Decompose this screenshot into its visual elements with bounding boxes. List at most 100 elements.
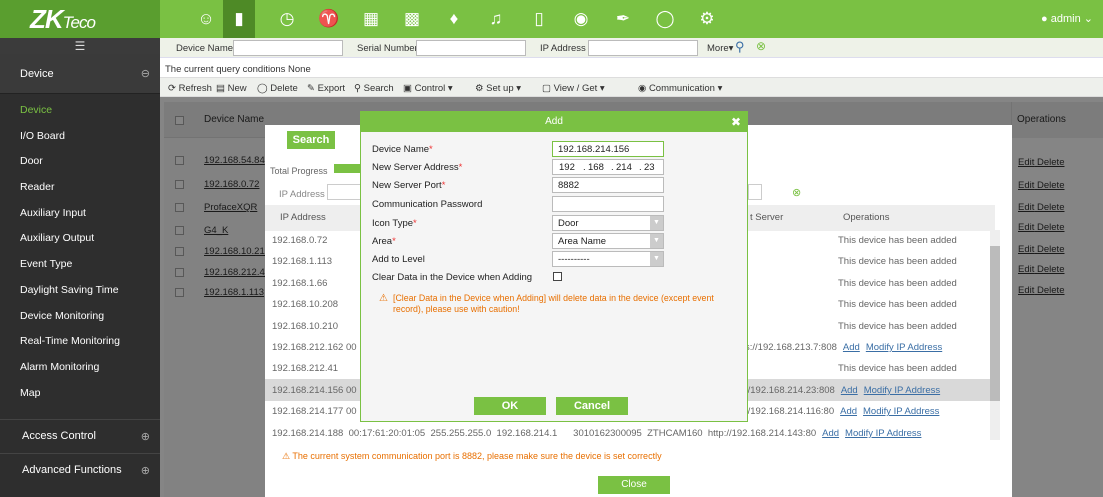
- access-icon[interactable]: ▮: [223, 0, 255, 38]
- sidebar-item-device-monitoring[interactable]: Device Monitoring: [0, 304, 160, 330]
- server-port-field[interactable]: 8882: [552, 177, 664, 193]
- sidebar-item-door[interactable]: Door: [0, 149, 160, 175]
- filter-ip-input[interactable]: [327, 184, 363, 200]
- add-link[interactable]: Add: [840, 406, 857, 417]
- serial-input[interactable]: [416, 40, 526, 56]
- add-level-select[interactable]: ---------- ▼: [552, 251, 664, 267]
- search-button[interactable]: ⚲ Search: [354, 83, 394, 94]
- sidebar-section-advanced[interactable]: Advanced Functions ⊕: [0, 453, 160, 487]
- add-link[interactable]: Add: [822, 428, 839, 439]
- ok-button[interactable]: OK: [474, 397, 546, 415]
- export-button[interactable]: ✎ Export: [307, 83, 345, 94]
- search-icon[interactable]: ⚲: [735, 39, 745, 55]
- sidebar-item-alarm-monitoring[interactable]: Alarm Monitoring: [0, 355, 160, 381]
- result-ip: 192.168.10.210: [272, 321, 339, 332]
- ip-dot: .: [583, 162, 586, 173]
- add-dialog: Add ✖ Device Name* 192.168.214.156 New Se…: [360, 111, 748, 422]
- close-button[interactable]: Close: [598, 476, 670, 494]
- view-get-menu[interactable]: ▢ View / Get ▾: [542, 83, 605, 94]
- locker-icon[interactable]: ▯: [529, 9, 549, 29]
- clear-filter-icon[interactable]: ⊗: [792, 186, 801, 199]
- comm-password-field[interactable]: [552, 196, 664, 212]
- ip-octet-2[interactable]: 168: [588, 162, 604, 173]
- sidebar-item-reader[interactable]: Reader: [0, 175, 160, 201]
- sidebar-item-map[interactable]: Map: [0, 381, 160, 407]
- setup-menu[interactable]: ⚙ Set up ▾: [475, 83, 521, 94]
- modify-ip-link[interactable]: Modify IP Address: [845, 428, 921, 439]
- system-gear-icon[interactable]: ⚙: [697, 9, 717, 29]
- port-warning: ⚠ The current system communication port …: [282, 451, 662, 461]
- user-menu[interactable]: ● admin ⌄: [1041, 12, 1093, 25]
- search-devices-button[interactable]: Search: [287, 131, 335, 149]
- parking-icon[interactable]: ♦: [444, 9, 464, 29]
- result-ip: 192.168.0.72: [272, 235, 328, 246]
- filter-input[interactable]: [748, 184, 762, 200]
- new-button[interactable]: ▤ New: [216, 83, 247, 94]
- result-ip: 192.168.1.113: [272, 256, 333, 267]
- server-address-label: New Server Address*: [372, 162, 463, 173]
- sidebar-item-io-board[interactable]: I/O Board: [0, 124, 160, 150]
- communication-menu[interactable]: ◉ Communication ▾: [638, 83, 722, 94]
- total-progress-label: Total Progress: [270, 166, 328, 176]
- clear-data-label: Clear Data in the Device when Adding: [372, 272, 533, 283]
- modify-ip-link[interactable]: Modify IP Address: [864, 385, 940, 396]
- visitor-icon[interactable]: ▦: [361, 9, 381, 29]
- device-name-input[interactable]: [233, 40, 343, 56]
- result-status: This device has been added: [838, 278, 957, 289]
- dialog-title: Add: [545, 116, 563, 127]
- toolbar: ⟳ Refresh ▤ New ◯ Delete ✎ Export ⚲ Sear…: [160, 77, 1103, 97]
- delete-button[interactable]: ◯ Delete: [257, 83, 298, 94]
- sidebar-item-auxiliary-input[interactable]: Auxiliary Input: [0, 201, 160, 227]
- patrol-icon[interactable]: ♫: [486, 9, 506, 29]
- sidebar-item-daylight-saving[interactable]: Daylight Saving Time: [0, 278, 160, 304]
- device-name-label: Device Name*: [372, 144, 433, 155]
- ip-octet-3[interactable]: 214: [616, 162, 632, 173]
- top-bar: ZKTeco ☺ ▮ ◷ ♈ ▦ ▩ ♦ ♫ ▯ ◉ ✒ ◯ ⚙ ● admin…: [0, 0, 1103, 38]
- sidebar-item-auxiliary-output[interactable]: Auxiliary Output: [0, 226, 160, 252]
- ip-octet-1[interactable]: 192: [559, 162, 575, 173]
- ip-input[interactable]: [588, 40, 698, 56]
- expand-icon[interactable]: ⊕: [141, 430, 150, 443]
- add-link[interactable]: Add: [843, 342, 860, 353]
- cancel-button[interactable]: Cancel: [556, 397, 628, 415]
- icon-type-label: Icon Type*: [372, 218, 417, 229]
- ip-octet-4[interactable]: 23: [644, 162, 655, 173]
- result-scrollbar[interactable]: [990, 230, 1000, 440]
- sidebar-section-access-control[interactable]: Access Control ⊕: [0, 419, 160, 453]
- modify-ip-link[interactable]: Modify IP Address: [866, 342, 942, 353]
- area-select[interactable]: Area Name ▼: [552, 233, 664, 249]
- dialog-header: Add ✖: [361, 112, 747, 132]
- signature-icon[interactable]: ✒: [613, 9, 633, 29]
- result-status: This device has been added: [838, 321, 957, 332]
- sidebar-item-event-type[interactable]: Event Type: [0, 252, 160, 278]
- result-ip: 192.168.212.41: [272, 363, 339, 374]
- personnel-icon[interactable]: ☺: [196, 9, 216, 29]
- modify-ip-link[interactable]: Modify IP Address: [863, 406, 939, 417]
- close-icon[interactable]: ✖: [731, 112, 741, 132]
- expand-icon[interactable]: ⊕: [141, 464, 150, 477]
- control-menu[interactable]: ▣ Control ▾: [403, 83, 453, 94]
- refresh-button[interactable]: ⟳ Refresh: [168, 83, 212, 94]
- more-dropdown[interactable]: More▾: [707, 43, 733, 54]
- time-icon[interactable]: ◷: [277, 9, 297, 29]
- server-address-field[interactable]: 192 . 168 . 214 . 23: [552, 159, 664, 175]
- icon-type-select[interactable]: Door ▼: [552, 215, 664, 231]
- clear-data-checkbox[interactable]: [553, 272, 562, 281]
- elevator-icon[interactable]: ♈: [318, 9, 339, 29]
- ip-dot: .: [611, 162, 614, 173]
- sidebar-section-device[interactable]: Device ⊖: [0, 54, 160, 94]
- sidebar-collapse-icon[interactable]: ☰: [0, 38, 160, 54]
- serial-label: Serial Number: [357, 43, 418, 54]
- result-server: s://192.168.213.7:808 Add Modify IP Addres…: [745, 342, 943, 353]
- query-condition: The current query conditions None: [165, 64, 311, 75]
- add-link[interactable]: Add: [841, 385, 858, 396]
- shield-icon[interactable]: ◯: [655, 9, 675, 29]
- sidebar-item-device[interactable]: Device: [0, 98, 160, 124]
- sidebar-item-realtime-monitoring[interactable]: Real-Time Monitoring: [0, 329, 160, 355]
- collapse-icon[interactable]: ⊖: [141, 67, 150, 80]
- result-status: This device has been added: [838, 363, 957, 374]
- clear-icon[interactable]: ⊗: [756, 39, 766, 53]
- video-icon[interactable]: ◉: [571, 9, 591, 29]
- device-name-field[interactable]: 192.168.214.156: [552, 141, 664, 157]
- consumption-icon[interactable]: ▩: [402, 9, 422, 29]
